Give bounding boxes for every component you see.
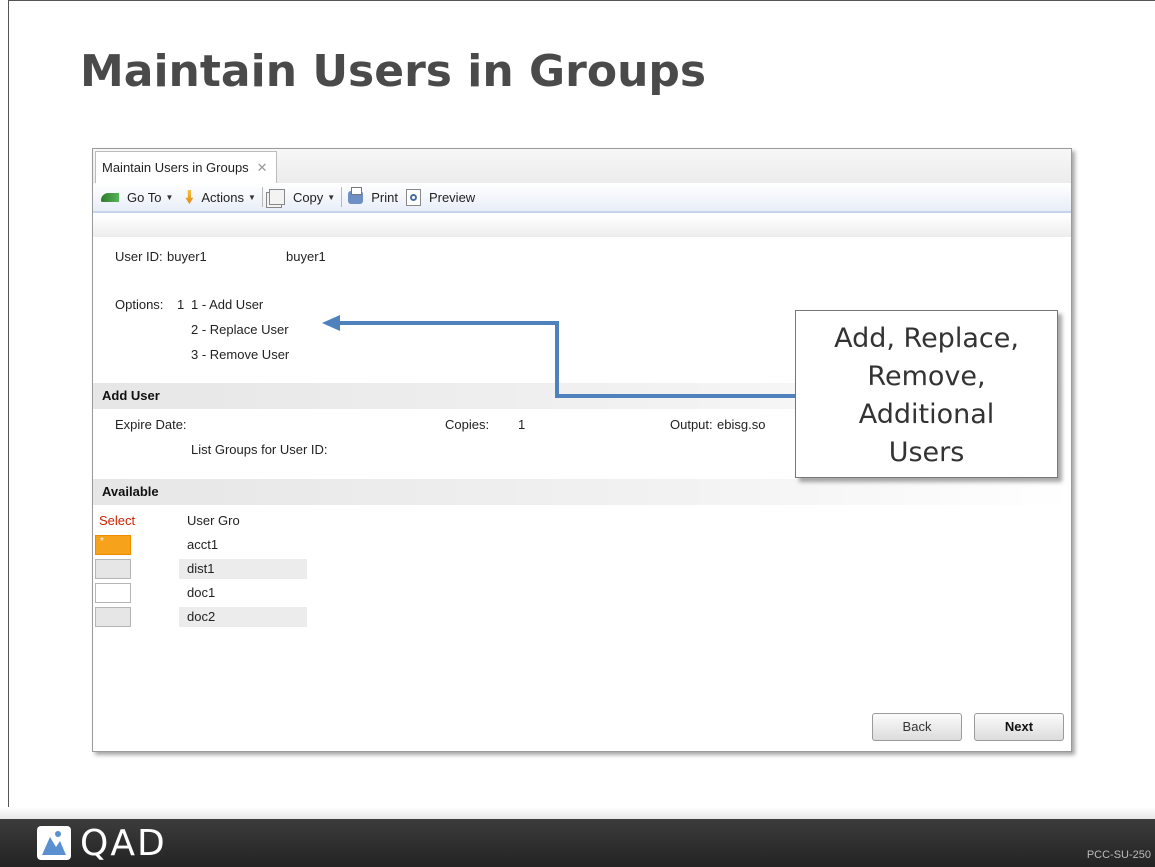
actions-label: Actions — [201, 189, 245, 205]
copies-label: Copies: — [445, 417, 490, 432]
copies-field[interactable]: 1 — [518, 417, 525, 432]
output-label: Output: — [670, 417, 713, 432]
callout-line: Additional — [858, 399, 995, 430]
group-cell: doc1 — [187, 585, 216, 600]
header-band — [93, 215, 1071, 237]
copy-label: Copy — [292, 189, 324, 205]
chevron-down-icon: ▼ — [248, 192, 256, 202]
preview-button[interactable]: Preview — [402, 185, 479, 209]
select-checkbox[interactable] — [95, 607, 131, 627]
slide-title: Maintain Users in Groups — [80, 46, 707, 97]
goto-menu[interactable]: Go To ▼ — [93, 185, 177, 209]
group-cell: doc2 — [179, 607, 307, 627]
back-button[interactable]: Back — [872, 713, 962, 741]
select-checkbox[interactable] — [95, 583, 131, 603]
next-button[interactable]: Next — [974, 713, 1064, 741]
goto-label: Go To — [127, 189, 162, 205]
footer-bar: QAD PCC-SU-250 — [0, 819, 1155, 867]
print-button[interactable]: Print — [344, 185, 402, 209]
actions-menu[interactable]: Actions ▼ — [177, 185, 260, 209]
user-name: buyer1 — [286, 249, 326, 264]
goto-icon — [101, 192, 119, 202]
brand-name: QAD — [80, 823, 167, 864]
output-field[interactable]: ebisg.so — [717, 417, 765, 432]
group-cell: acct1 — [187, 537, 219, 552]
option-replace-user: 2 - Replace User — [191, 322, 289, 337]
available-section: Available — [93, 479, 1071, 505]
expire-date-label: Expire Date: — [115, 417, 187, 432]
tab-maintain-users-in-groups[interactable]: Maintain Users in Groups ✕ — [95, 151, 277, 183]
callout-box: Add, Replace, Remove, Additional Users — [795, 310, 1058, 478]
tab-label: Maintain Users in Groups — [102, 160, 249, 175]
close-icon[interactable]: ✕ — [257, 160, 268, 175]
preview-label: Preview — [428, 189, 476, 205]
options-label: Options: — [115, 297, 164, 312]
callout-line: Add, Replace, — [834, 323, 1019, 354]
slide-code: PCC-SU-250 — [1086, 849, 1151, 861]
printer-icon — [348, 186, 364, 204]
select-checkbox[interactable]: * — [95, 535, 131, 555]
toolbar: Go To ▼ Actions ▼ Copy ▼ Print Preview — [93, 183, 1071, 213]
footer: QAD PCC-SU-250 — [0, 807, 1155, 867]
preview-icon — [405, 188, 421, 206]
section-title: Add User — [102, 388, 160, 403]
callout-line: Remove, — [867, 361, 986, 392]
footer-fade — [0, 807, 1155, 819]
tab-strip: Maintain Users in Groups ✕ — [93, 149, 1071, 184]
copy-icon — [268, 189, 285, 205]
group-cell: dist1 — [179, 559, 307, 579]
user-id-label: User ID: — [115, 249, 163, 264]
select-column-header: Select — [99, 513, 136, 528]
actions-icon — [185, 190, 194, 204]
option-remove-user: 3 - Remove User — [191, 347, 290, 362]
user-group-column-header: User Gro — [187, 513, 240, 528]
chevron-down-icon: ▼ — [165, 192, 174, 202]
callout-line: Users — [888, 437, 965, 468]
option-add-user: 1 - Add User — [191, 297, 264, 312]
print-label: Print — [371, 189, 398, 205]
toolbar-divider — [261, 187, 263, 207]
options-field[interactable]: 1 — [177, 297, 184, 312]
copy-menu[interactable]: Copy ▼ — [265, 185, 339, 209]
qad-logo-icon — [37, 826, 71, 860]
list-groups-label: List Groups for User ID: — [191, 442, 328, 457]
user-id-field[interactable]: buyer1 — [167, 249, 207, 264]
chevron-down-icon: ▼ — [327, 192, 336, 202]
select-checkbox[interactable] — [95, 559, 131, 579]
toolbar-divider — [341, 187, 343, 207]
section-title: Available — [102, 484, 159, 499]
